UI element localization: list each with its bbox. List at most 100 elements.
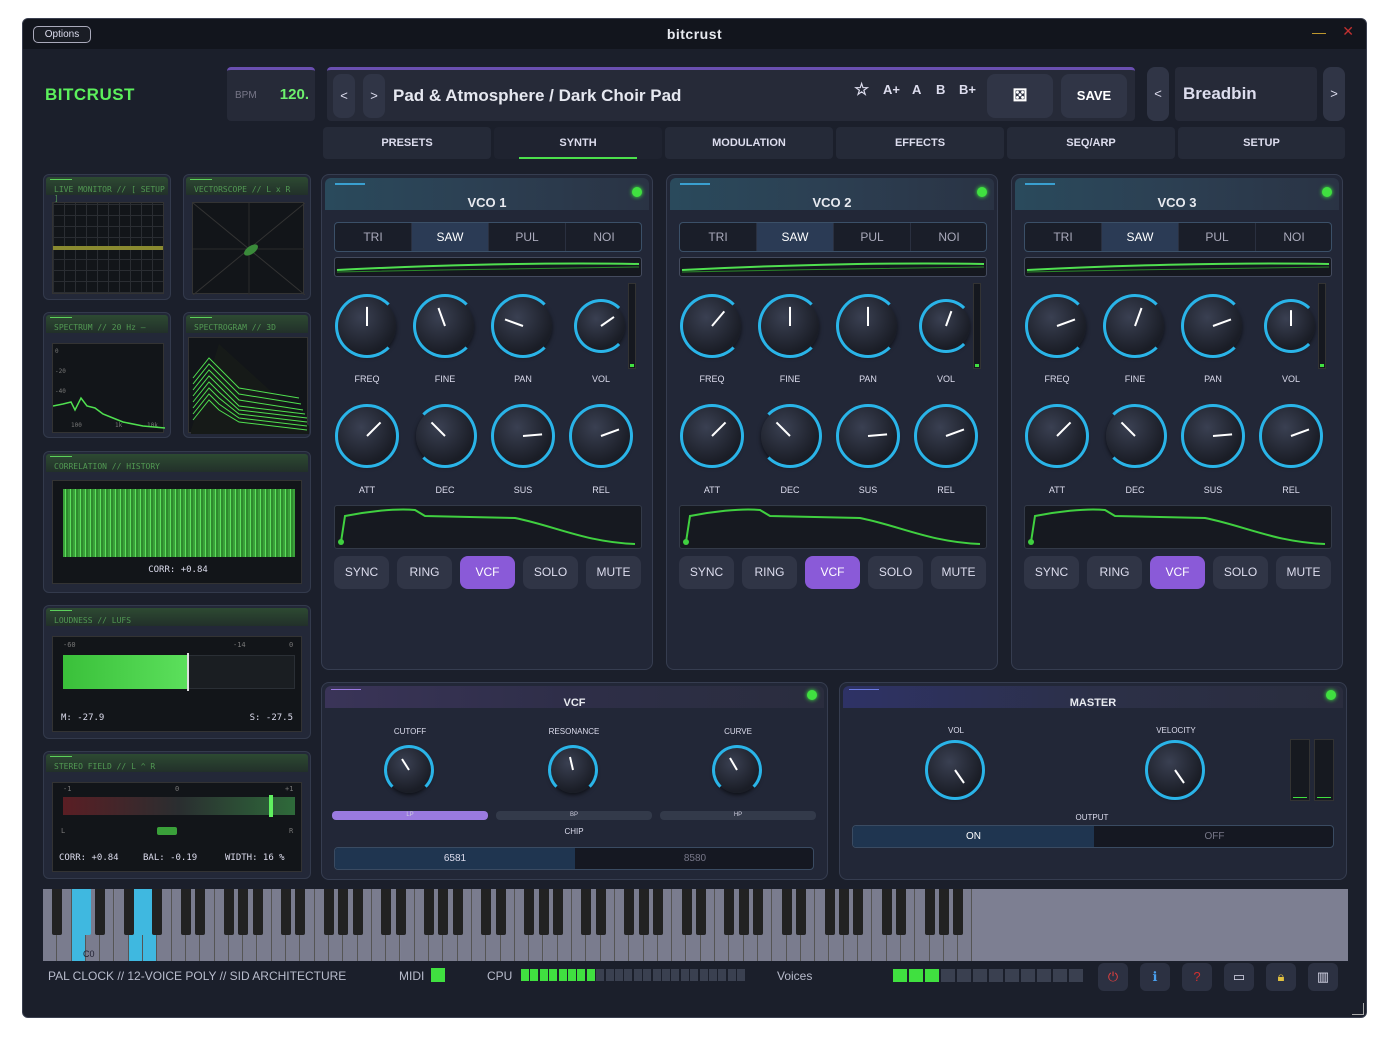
piano-black-key[interactable] bbox=[581, 889, 592, 935]
bpm-display[interactable]: BPM 120. bbox=[227, 67, 315, 121]
fine-knob[interactable] bbox=[758, 294, 822, 358]
piano-black-key[interactable] bbox=[95, 889, 106, 935]
wave-tri-option[interactable]: TRI bbox=[680, 223, 757, 251]
filter-bp-button[interactable]: BP bbox=[496, 811, 652, 820]
help-icon[interactable]: ? bbox=[1182, 963, 1212, 991]
vcf-enable-led[interactable] bbox=[807, 690, 817, 700]
piano-black-key[interactable] bbox=[281, 889, 292, 935]
piano-black-key[interactable] bbox=[80, 889, 91, 935]
filter-hp-button[interactable]: HP bbox=[660, 811, 816, 820]
pan-knob[interactable] bbox=[1181, 294, 1245, 358]
piano-black-key[interactable] bbox=[223, 889, 234, 935]
rel-knob[interactable] bbox=[1259, 404, 1323, 468]
ring-button[interactable]: RING bbox=[1087, 556, 1142, 589]
resonance-knob[interactable] bbox=[548, 745, 598, 795]
solo-button[interactable]: SOLO bbox=[523, 556, 578, 589]
piano-black-key[interactable] bbox=[538, 889, 549, 935]
piano-black-key[interactable] bbox=[152, 889, 163, 935]
freq-knob[interactable] bbox=[680, 294, 744, 358]
wave-noi-option[interactable]: NOI bbox=[566, 223, 641, 251]
piano-black-key[interactable] bbox=[781, 889, 792, 935]
piano-black-key[interactable] bbox=[252, 889, 263, 935]
sus-knob[interactable] bbox=[836, 404, 900, 468]
piano-black-key[interactable] bbox=[795, 889, 806, 935]
tab-setup[interactable]: SETUP bbox=[1178, 127, 1345, 159]
piano-black-key[interactable] bbox=[195, 889, 206, 935]
wave-saw-option[interactable]: SAW bbox=[1102, 223, 1179, 251]
wave-pul-option[interactable]: PUL bbox=[489, 223, 566, 251]
preset-next-button[interactable]: > bbox=[363, 74, 385, 118]
wave-tri-option[interactable]: TRI bbox=[1025, 223, 1102, 251]
piano-black-key[interactable] bbox=[123, 889, 134, 935]
fine-knob[interactable] bbox=[413, 294, 477, 358]
sus-knob[interactable] bbox=[491, 404, 555, 468]
cutoff-knob[interactable] bbox=[384, 745, 434, 795]
vol-knob[interactable] bbox=[574, 299, 628, 353]
piano-black-key[interactable] bbox=[181, 889, 191, 935]
keyboard-icon[interactable]: ▥ bbox=[1308, 963, 1338, 991]
mute-button[interactable]: MUTE bbox=[586, 556, 641, 589]
piano-black-key[interactable] bbox=[424, 889, 435, 935]
piano-black-key[interactable] bbox=[624, 889, 635, 935]
fine-knob[interactable] bbox=[1103, 294, 1167, 358]
vcf-button[interactable]: VCF bbox=[1150, 556, 1205, 589]
dec-knob[interactable] bbox=[1103, 404, 1167, 468]
rel-knob[interactable] bbox=[914, 404, 978, 468]
piano-black-key[interactable] bbox=[595, 889, 606, 935]
piano-black-key[interactable] bbox=[924, 889, 935, 935]
piano-black-key[interactable] bbox=[295, 889, 306, 935]
piano-black-key[interactable] bbox=[438, 889, 449, 935]
piano-black-key[interactable] bbox=[324, 889, 334, 935]
piano-black-key[interactable] bbox=[953, 889, 964, 935]
piano-black-key[interactable] bbox=[896, 889, 906, 935]
att-knob[interactable] bbox=[335, 404, 399, 468]
piano-black-key[interactable] bbox=[753, 889, 763, 935]
master-vol-knob[interactable] bbox=[925, 740, 985, 800]
piano-black-key[interactable] bbox=[853, 889, 864, 935]
dec-knob[interactable] bbox=[758, 404, 822, 468]
piano-black-key[interactable] bbox=[552, 889, 563, 935]
minimize-icon[interactable]: — bbox=[1312, 24, 1326, 40]
preset-name[interactable]: Pad & Atmosphere / Dark Choir Pad bbox=[393, 86, 681, 106]
bpm-value[interactable]: 120. bbox=[280, 86, 309, 103]
correlation-panel[interactable]: CORRELATION // HISTORY CORR: +0.84 bbox=[43, 451, 311, 593]
att-knob[interactable] bbox=[680, 404, 744, 468]
piano-black-key[interactable] bbox=[338, 889, 349, 935]
dec-knob[interactable] bbox=[413, 404, 477, 468]
vectorscope-panel[interactable]: VECTORSCOPE // L x R bbox=[183, 174, 311, 300]
wave-saw-option[interactable]: SAW bbox=[412, 223, 489, 251]
vcf-button[interactable]: VCF bbox=[460, 556, 515, 589]
piano-black-key[interactable] bbox=[395, 889, 406, 935]
filter-lp-button[interactable]: LP bbox=[332, 811, 488, 820]
piano-black-key[interactable] bbox=[481, 889, 492, 935]
tab-seq-arp[interactable]: SEQ/ARP bbox=[1007, 127, 1175, 159]
stereo-field-panel[interactable]: STEREO FIELD // L ^ R -1 0 +1 L R CORR: … bbox=[43, 751, 311, 879]
star-icon[interactable]: ☆ bbox=[854, 80, 869, 100]
solo-button[interactable]: SOLO bbox=[1213, 556, 1268, 589]
wave-pul-option[interactable]: PUL bbox=[1179, 223, 1256, 251]
freq-knob[interactable] bbox=[1025, 294, 1089, 358]
pan-knob[interactable] bbox=[491, 294, 555, 358]
sync-button[interactable]: SYNC bbox=[679, 556, 734, 589]
info-icon[interactable]: ℹ bbox=[1140, 963, 1170, 991]
piano-black-key[interactable] bbox=[524, 889, 535, 935]
rel-knob[interactable] bbox=[569, 404, 633, 468]
bank-next-button[interactable]: > bbox=[1323, 67, 1345, 121]
resize-handle[interactable] bbox=[1352, 1003, 1364, 1015]
bank-name-box[interactable]: Breadbin bbox=[1175, 67, 1317, 121]
vco-enable-led[interactable] bbox=[1322, 187, 1332, 197]
piano-black-key[interactable] bbox=[724, 889, 735, 935]
panic-icon[interactable]: ⏻ bbox=[1098, 963, 1128, 991]
ring-button[interactable]: RING bbox=[742, 556, 797, 589]
vol-knob[interactable] bbox=[1264, 299, 1318, 353]
pan-knob[interactable] bbox=[836, 294, 900, 358]
piano-black-key[interactable] bbox=[681, 889, 692, 935]
piano-black-key[interactable] bbox=[381, 889, 392, 935]
tab-effects[interactable]: EFFECTS bbox=[836, 127, 1004, 159]
master-enable-led[interactable] bbox=[1326, 690, 1336, 700]
close-icon[interactable]: ✕ bbox=[1342, 23, 1354, 40]
spectrum-panel[interactable]: SPECTRUM // 20 Hz – 0 -20 -40 100 1k 10k bbox=[43, 312, 171, 438]
tab-modulation[interactable]: MODULATION bbox=[665, 127, 833, 159]
wave-saw-option[interactable]: SAW bbox=[757, 223, 834, 251]
bank-prev-button[interactable]: < bbox=[1147, 67, 1169, 121]
